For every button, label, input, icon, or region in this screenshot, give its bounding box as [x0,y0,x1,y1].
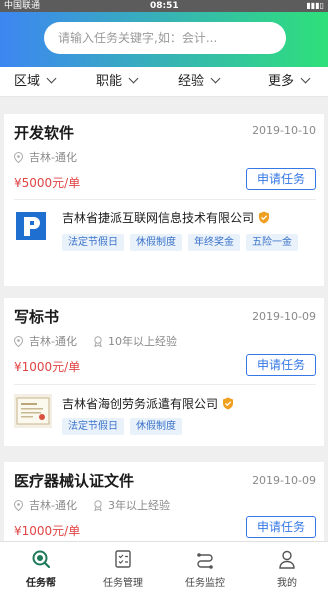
search-input[interactable]: 请输入任务关键字,如：会计... [44,22,286,54]
task-price: ¥1000元/单 [14,360,81,374]
task-location: 吉林-通化 [29,335,77,348]
task-title: 医疗器械认证文件 [14,472,135,490]
task-card[interactable]: 开发软件 2019-10-10 吉林-通化 ¥5000元/单 申请任务 吉林省捷… [4,114,324,286]
filter-more-label: 更多 [268,74,295,89]
tab-label: 任务帮 [26,578,56,589]
battery-icon: ▮▮▮▯ [306,1,324,10]
task-title: 开发软件 [14,124,75,142]
task-meta: 吉林-通化 3年以上经验 [14,497,170,513]
task-location: 吉林-通化 [29,499,77,512]
medal-icon [94,499,102,511]
benefit-tag: 休假制度 [130,234,182,251]
tab-task-monitor[interactable]: 任务监控 [164,542,246,590]
tag-list: 法定节假日 休假制度 [62,418,312,440]
company-name: 吉林省捷派互联网信息技术有限公司 [62,211,255,225]
chevron-down-icon [210,73,221,84]
tab-label: 任务管理 [103,578,143,589]
task-title: 写标书 [14,308,60,326]
filter-function-label: 职能 [96,74,123,89]
task-meta: 吉林-通化 [14,149,77,165]
checklist-icon [115,550,131,568]
tag-list: 法定节假日 休假制度 年终奖金 五险一金 [62,234,312,256]
bottom-tab-bar: 任务帮 任务管理 任务监控 我的 [0,541,328,590]
location-pin-icon [14,499,23,511]
carrier-label: 中国联通 [4,1,41,11]
user-icon [279,550,295,569]
filter-bar: 区域 职能 经验 更多 [0,67,328,97]
benefit-tag: 法定节假日 [62,418,124,435]
company-logo [14,209,52,243]
task-date: 2019-10-10 [252,124,316,137]
tab-task-manage[interactable]: 任务管理 [82,542,164,590]
apply-task-button[interactable]: 申请任务 [246,168,316,190]
card-divider [14,199,316,200]
task-experience: 10年以上经验 [107,335,177,348]
apply-task-button[interactable]: 申请任务 [246,516,316,538]
location-pin-icon [14,151,23,163]
task-date: 2019-10-09 [252,474,316,487]
task-price: ¥5000元/单 [14,176,81,190]
task-experience-wrap: 3年以上经验 [93,497,170,513]
status-bar: 中国联通 08:51 ▮▮▮▯ [0,0,328,12]
search-task-icon [32,550,51,569]
tab-label: 任务监控 [185,578,225,589]
company-name: 吉林省海创劳务派遣有限公司 [62,397,219,411]
tab-label: 我的 [277,578,297,589]
benefit-tag: 年终奖金 [188,234,240,251]
company-name-row[interactable]: 吉林省捷派互联网信息技术有限公司 [62,209,270,226]
benefit-tag: 法定节假日 [62,234,124,251]
monitor-icon [197,553,213,569]
verified-badge-icon [223,397,234,410]
task-experience: 3年以上经验 [107,499,170,512]
chevron-down-icon [46,73,57,84]
task-meta: 吉林-通化 10年以上经验 [14,333,177,349]
benefit-tag: 五险一金 [246,234,298,251]
filter-experience[interactable]: 经验 [178,67,221,97]
location-pin-icon [14,335,23,347]
filter-function[interactable]: 职能 [96,67,139,97]
task-location: 吉林-通化 [29,151,77,164]
chevron-down-icon [300,73,311,84]
status-time: 08:51 [150,1,179,11]
filter-more[interactable]: 更多 [268,67,311,97]
task-date: 2019-10-09 [252,310,316,323]
filter-region-label: 区域 [14,74,41,89]
task-card[interactable]: 写标书 2019-10-09 吉林-通化 10年以上经验 ¥1000元/单 申请… [4,298,324,446]
company-name-row[interactable]: 吉林省海创劳务派遣有限公司 [62,395,234,412]
benefit-tag: 休假制度 [130,418,182,435]
chevron-down-icon [128,73,139,84]
task-card[interactable]: 医疗器械认证文件 2019-10-09 吉林-通化 3年以上经验 ¥1000元/… [4,462,324,541]
task-experience-wrap: 10年以上经验 [93,333,177,349]
filter-experience-label: 经验 [178,74,205,89]
tab-mine[interactable]: 我的 [246,542,328,590]
verified-badge-icon [259,211,270,224]
task-price: ¥1000元/单 [14,524,81,538]
apply-task-button[interactable]: 申请任务 [246,354,316,376]
filter-region[interactable]: 区域 [14,67,57,97]
medal-icon [94,335,102,347]
card-divider [14,384,316,385]
company-logo [14,394,52,428]
tab-task-help[interactable]: 任务帮 [0,542,82,590]
